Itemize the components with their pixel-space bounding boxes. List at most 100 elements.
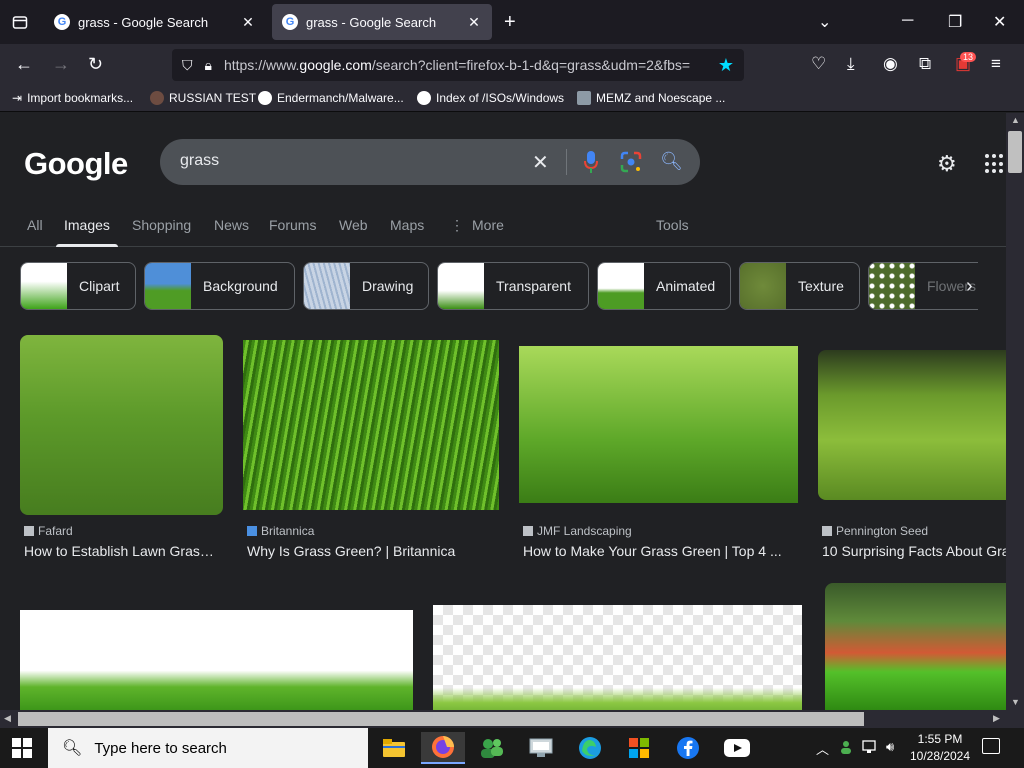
site-favicon-icon [822,526,832,536]
network-icon[interactable] [862,739,878,758]
edge-icon[interactable] [568,732,612,764]
clear-search-icon[interactable]: ✕ [532,150,549,175]
search-box[interactable]: grass ✕ 🔍︎ [160,139,700,185]
chip-transparent[interactable]: Transparent [437,262,589,310]
result-title[interactable]: Why Is Grass Green? | Britannica [247,543,499,559]
file-explorer-icon[interactable] [372,732,416,764]
bookmark-item[interactable]: Endermanch/Malware... [258,91,404,105]
downloads-icon[interactable]: ⤓ [847,54,855,74]
scroll-down-icon[interactable]: ▼ [1011,697,1020,707]
result-title[interactable]: 10 Surprising Facts About Grass [822,543,1006,559]
tab-title: grass - Google Search [306,14,437,30]
facebook-icon[interactable] [666,732,710,764]
people-tray-icon[interactable] [840,739,856,758]
tab-maps[interactable]: Maps [390,217,424,233]
tab-images[interactable]: Images [56,217,118,247]
result-source[interactable]: JMF Landscaping [523,524,632,538]
vertical-scroll-thumb[interactable] [1008,131,1022,173]
search-icon[interactable]: 🔍︎ [660,151,683,172]
shield-icon[interactable]: ⛉ [182,57,193,74]
bookmark-star-icon[interactable]: ★ [718,55,734,76]
browser-tab[interactable]: G grass - Google Search ✕ [44,4,266,40]
minimize-icon[interactable]: ─ [902,12,913,30]
import-icon: ⇥ [12,91,23,105]
close-tab-icon[interactable]: ✕ [240,14,256,31]
voice-search-icon[interactable] [584,151,598,173]
youtube-icon[interactable] [715,732,759,764]
people-app-icon[interactable] [470,732,514,764]
horizontal-scroll-thumb[interactable] [18,712,864,726]
vertical-scrollbar[interactable]: ▲ ▼ [1006,113,1024,710]
more-vertical-icon: ⋮ [450,217,464,233]
system-clock[interactable]: 1:55 PM 10/28/2024 [908,731,972,765]
scroll-right-icon[interactable]: ▶ [993,713,1000,724]
result-source[interactable]: Britannica [247,524,314,538]
gear-icon[interactable]: ⚙ [937,151,957,177]
account-icon[interactable]: ◉ [883,54,898,74]
close-tab-icon[interactable]: ✕ [466,14,482,31]
result-image[interactable] [433,605,802,710]
extensions-icon[interactable]: ⧉ [919,54,931,74]
bookmark-favicon-icon [150,91,164,105]
forward-icon[interactable]: → [52,54,70,75]
taskbar-search-box[interactable]: 🔍︎ Type here to search [48,728,368,768]
lock-icon[interactable]: 🔒︎ [205,57,212,74]
result-image[interactable] [20,610,413,710]
bookmark-item[interactable]: ⇥ Import bookmarks... [12,91,133,105]
new-tab-icon[interactable]: + [504,11,516,34]
bookmark-item[interactable]: Index of /ISOs/Windows [417,91,564,105]
tab-more[interactable]: ⋮ More [450,217,504,234]
list-all-tabs-icon[interactable]: ⌄ [818,12,831,32]
result-image[interactable] [20,335,223,515]
horizontal-scrollbar[interactable]: ◀ ▶ [0,710,1024,728]
chip-clipart[interactable]: Clipart [20,262,136,310]
google-logo[interactable]: Google [24,146,128,182]
windows-start-icon[interactable] [12,738,32,758]
menu-icon[interactable]: ≡ [991,54,1001,74]
tab-shopping[interactable]: Shopping [132,217,191,233]
notification-center-icon[interactable] [982,738,1000,754]
chevron-up-icon[interactable]: ︿ [816,739,829,758]
volume-icon[interactable]: 🔊︎ [886,739,894,755]
tab-tools[interactable]: Tools [656,217,689,233]
bookmark-item[interactable]: MEMZ and Noescape ... [577,91,725,105]
close-window-icon[interactable]: ✕ [993,12,1006,32]
browser-tab-active[interactable]: G grass - Google Search ✕ [272,4,492,40]
result-source[interactable]: Pennington Seed [822,524,928,538]
lens-search-icon[interactable] [620,151,642,173]
microsoft-store-icon[interactable] [617,732,661,764]
firefox-icon[interactable] [421,732,465,764]
scroll-up-icon[interactable]: ▲ [1011,115,1020,125]
tab-web[interactable]: Web [339,217,368,233]
bookmark-item[interactable]: RUSSIAN TEST [150,91,256,105]
apps-grid-icon[interactable] [985,154,1005,174]
result-title[interactable]: How to Establish Lawn Grass ... [24,543,220,559]
search-input[interactable]: grass [180,152,219,170]
address-bar[interactable]: ⛉ 🔒︎ https://www.google.com/search?clien… [172,49,744,81]
chip-animated[interactable]: Animated [597,262,731,310]
tab-forums[interactable]: Forums [269,217,316,233]
remote-desktop-icon[interactable] [519,732,563,764]
tab-list-icon[interactable] [8,10,32,34]
result-source[interactable]: Fafard [24,524,73,538]
search-divider [566,149,567,175]
back-icon[interactable]: ← [15,54,33,75]
chip-flowers[interactable]: Flowers [868,262,978,310]
restore-icon[interactable]: ❐ [948,12,962,32]
result-title[interactable]: How to Make Your Grass Green | Top 4 ... [523,543,798,559]
chip-texture[interactable]: Texture [739,262,860,310]
pocket-icon[interactable]: ♡ [811,54,826,74]
tab-news[interactable]: News [214,217,249,233]
extension-badge: 13 [960,52,977,62]
reload-icon[interactable]: ↻ [88,54,103,75]
scroll-left-icon[interactable]: ◀ [4,713,11,724]
result-image[interactable] [818,350,1006,500]
result-image[interactable] [519,346,798,503]
url-text[interactable]: https://www.google.com/search?client=fir… [224,57,718,73]
chip-drawing[interactable]: Drawing [303,262,429,310]
result-image[interactable] [825,583,1006,710]
result-image[interactable] [243,340,499,510]
tab-all[interactable]: All [27,217,43,233]
chip-background[interactable]: Background [144,262,295,310]
chevron-right-icon[interactable]: › [966,275,973,298]
